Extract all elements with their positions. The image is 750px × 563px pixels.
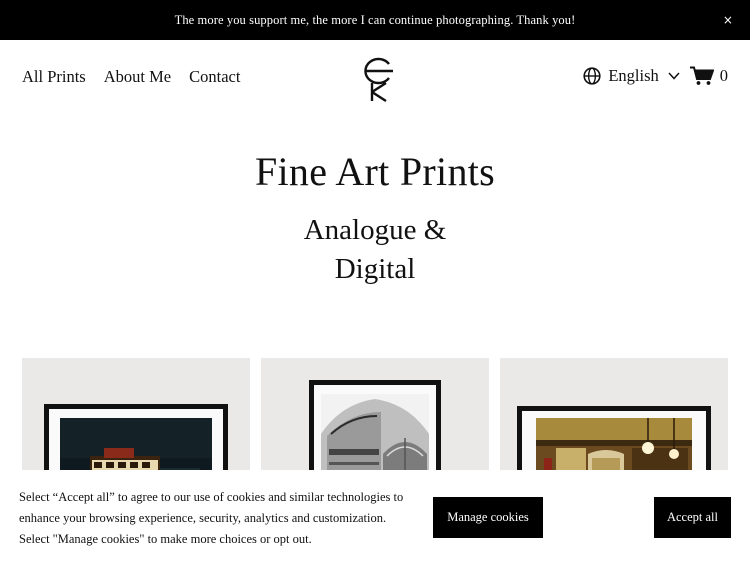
announcement-bar: The more you support me, the more I can … bbox=[0, 0, 750, 40]
language-selector[interactable]: English bbox=[583, 66, 680, 86]
subtitle-line-2: Digital bbox=[334, 253, 416, 285]
cookie-banner: Select “Accept all” to agree to our use … bbox=[0, 470, 750, 563]
cookie-message: Select “Accept all” to agree to our use … bbox=[19, 487, 414, 550]
cookie-message-line-3: Select "Manage cookies" to make more cho… bbox=[19, 532, 312, 546]
close-icon[interactable]: × bbox=[718, 10, 738, 30]
subtitle-line-1: Analogue & bbox=[303, 214, 447, 246]
page-subtitle: Analogue & Digital bbox=[0, 211, 750, 289]
logo[interactable] bbox=[356, 54, 396, 104]
cart-count: 0 bbox=[719, 66, 728, 85]
nav-item-about-me[interactable]: About Me bbox=[104, 67, 171, 87]
announcement-text: The more you support me, the more I can … bbox=[174, 12, 576, 27]
nav-item-contact[interactable]: Contact bbox=[189, 67, 240, 87]
cart-button[interactable]: 0 bbox=[689, 66, 728, 86]
language-label: English bbox=[608, 66, 659, 85]
cart-icon bbox=[689, 66, 714, 85]
page-title: Fine Art Prints bbox=[254, 149, 496, 194]
chevron-down-icon bbox=[668, 72, 680, 80]
cookie-message-line-2: enhance your browsing experience, securi… bbox=[19, 511, 387, 525]
manage-cookies-button[interactable]: Manage cookies bbox=[433, 497, 543, 538]
accept-all-button[interactable]: Accept all bbox=[654, 497, 731, 538]
globe-icon bbox=[583, 67, 601, 85]
site-header: All Prints About Me Contact English 0 bbox=[0, 40, 750, 115]
header-tools: English 0 bbox=[583, 66, 728, 86]
nav-item-all-prints[interactable]: All Prints bbox=[22, 67, 86, 87]
cookie-message-line-1: Select “Accept all” to agree to our use … bbox=[19, 490, 404, 504]
main-nav: All Prints About Me Contact bbox=[22, 67, 240, 87]
